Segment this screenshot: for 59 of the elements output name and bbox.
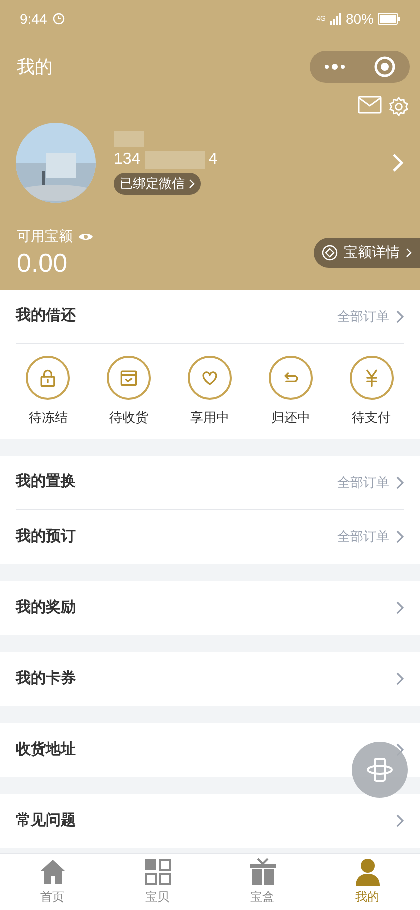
order-status-item[interactable]: 待冻结 bbox=[18, 356, 78, 439]
order-status-item[interactable]: 归还中 bbox=[260, 356, 321, 439]
status-label: 待冻结 bbox=[28, 409, 68, 427]
status-label: 归还中 bbox=[271, 409, 310, 427]
menu-row-title[interactable]: 我的借还 bbox=[16, 305, 76, 328]
chevron-icon bbox=[392, 153, 404, 173]
tab-label: 我的 bbox=[356, 889, 380, 906]
order-status-item[interactable]: 享用中 bbox=[180, 356, 240, 439]
close-target-icon[interactable] bbox=[374, 56, 396, 78]
balance-label: 可用宝额 bbox=[17, 227, 73, 246]
grid-icon bbox=[144, 858, 172, 886]
tab-item[interactable]: 宝贝 bbox=[105, 854, 210, 910]
order-status-item[interactable]: 待收货 bbox=[99, 356, 160, 439]
menu-row-title[interactable]: 我的置换 bbox=[16, 471, 76, 494]
chevron-icon bbox=[189, 179, 195, 189]
balance-details-button[interactable]: 宝额详情 bbox=[314, 238, 420, 268]
menu-row-title[interactable]: 我的奖励 bbox=[16, 596, 76, 620]
chevron-icon bbox=[396, 530, 404, 544]
mail-icon[interactable] bbox=[358, 96, 382, 114]
tab-label: 宝贝 bbox=[146, 889, 170, 906]
battery-icon bbox=[378, 13, 400, 25]
wechat-bound-badge[interactable]: 已绑定微信 bbox=[114, 173, 201, 195]
status-label: 待支付 bbox=[352, 409, 392, 427]
chevron-icon bbox=[396, 310, 404, 324]
menu-row-title[interactable]: 我的预订 bbox=[16, 526, 76, 548]
chevron-icon bbox=[396, 814, 404, 828]
eye-icon[interactable] bbox=[79, 232, 93, 242]
page-title: 我的 bbox=[17, 56, 53, 78]
redacted-name bbox=[114, 131, 144, 147]
order-status-item[interactable]: 待支付 bbox=[342, 356, 402, 439]
home-icon bbox=[38, 858, 66, 886]
settings-icon[interactable] bbox=[388, 96, 410, 118]
tab-item[interactable]: 我的 bbox=[315, 854, 420, 910]
menu-row-title[interactable]: 我的卡券 bbox=[16, 668, 76, 690]
phone-number: 4 bbox=[208, 152, 218, 168]
status-label: 享用中 bbox=[190, 409, 230, 427]
chevron-icon bbox=[396, 476, 404, 490]
phone-number: 134 bbox=[114, 152, 141, 168]
alarm-icon bbox=[53, 13, 66, 25]
phone-rotate-icon bbox=[366, 756, 394, 784]
gift-icon bbox=[248, 858, 276, 886]
capsule-menu[interactable] bbox=[310, 51, 410, 83]
menu-row-title[interactable]: 收货地址 bbox=[16, 738, 76, 762]
coin-icon bbox=[322, 244, 338, 260]
chevron-icon bbox=[396, 601, 404, 615]
tab-item[interactable]: 宝盒 bbox=[210, 854, 315, 910]
status-time: 9:44 bbox=[20, 10, 48, 28]
redacted-phone bbox=[144, 151, 205, 169]
chevron-icon bbox=[406, 248, 412, 258]
tab-label: 首页 bbox=[40, 889, 64, 906]
battery-percent: 80% bbox=[346, 10, 374, 28]
menu-row-title[interactable]: 常见问题 bbox=[16, 810, 76, 832]
status-label: 待收货 bbox=[110, 409, 149, 427]
balance-value: 0.00 bbox=[17, 247, 69, 280]
person-icon bbox=[354, 858, 382, 886]
chevron-icon bbox=[396, 672, 404, 686]
tab-label: 宝盒 bbox=[250, 889, 274, 906]
signal-icon bbox=[330, 13, 342, 25]
more-icon[interactable] bbox=[324, 64, 346, 70]
